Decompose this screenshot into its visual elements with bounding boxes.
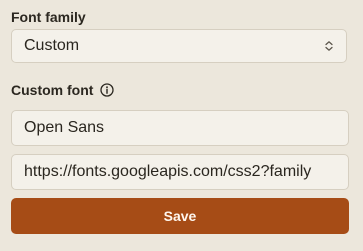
font-family-selected-value: Custom xyxy=(24,37,80,54)
save-button[interactable]: Save xyxy=(11,198,349,234)
custom-font-name-input[interactable]: Open Sans xyxy=(11,110,349,146)
info-icon[interactable] xyxy=(100,83,115,97)
font-family-label-text: Font family xyxy=(11,9,86,25)
font-family-select[interactable]: Custom xyxy=(11,29,347,63)
custom-font-url-input[interactable]: https://fonts.googleapis.com/css2?family xyxy=(11,154,349,190)
custom-font-name-value: Open Sans xyxy=(24,119,105,136)
custom-font-url-value: https://fonts.googleapis.com/css2?family xyxy=(24,163,312,180)
font-family-label: Font family xyxy=(11,9,86,25)
custom-font-label: Custom font xyxy=(11,82,115,98)
custom-font-label-text: Custom font xyxy=(11,82,94,98)
chevron-up-down-icon xyxy=(324,40,334,52)
